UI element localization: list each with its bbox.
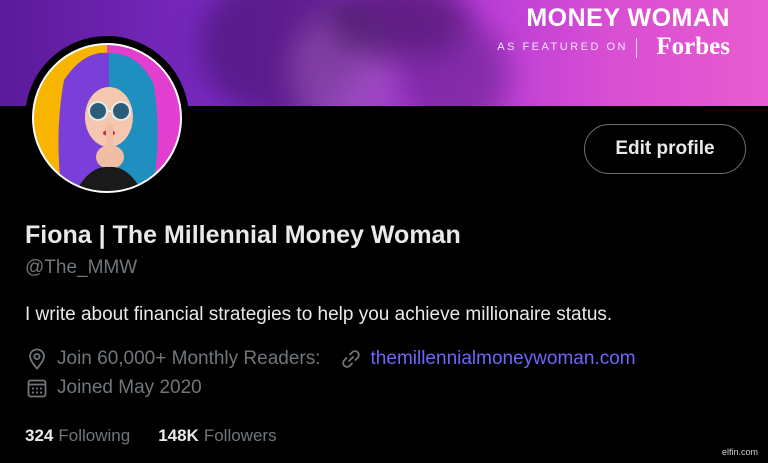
profile-bio: I write about financial strategies to he…	[25, 304, 613, 325]
profile-joined: Joined May 2020	[57, 377, 202, 398]
avatar-image	[32, 43, 182, 193]
edit-profile-button[interactable]: Edit profile	[584, 124, 746, 174]
profile-meta-joined-row: Joined May 2020	[25, 376, 202, 400]
profile-page: MONEY WOMAN AS FEATURED ON Forbes Edit p…	[0, 0, 768, 463]
avatar[interactable]	[25, 36, 189, 200]
profile-website-link[interactable]: themillennialmoneywoman.com	[371, 348, 636, 370]
banner-title: MONEY WOMAN	[526, 4, 730, 32]
location-pin-icon	[25, 347, 49, 371]
banner-forbes-logo: Forbes	[656, 33, 730, 60]
calendar-icon	[25, 376, 49, 400]
banner-divider	[636, 38, 637, 58]
following-link[interactable]: 324 Following	[25, 426, 158, 446]
profile-name: Fiona | The Millennial Money Woman	[25, 221, 461, 249]
followers-label: Followers	[203, 426, 277, 445]
following-label: Following	[58, 426, 131, 445]
profile-location: Join 60,000+ Monthly Readers:	[57, 348, 321, 369]
avatar-portrait	[58, 52, 158, 191]
profile-stats: 324 Following 148K Followers	[25, 426, 305, 446]
followers-count: 148K	[158, 426, 199, 445]
banner-featured-text: AS FEATURED ON	[497, 41, 628, 53]
profile-meta-location-row: Join 60,000+ Monthly Readers: themillenn…	[25, 347, 636, 371]
following-count: 324	[25, 426, 54, 445]
link-icon	[339, 347, 363, 371]
watermark: elfin.com	[721, 447, 758, 457]
followers-link[interactable]: 148K Followers	[158, 426, 304, 446]
profile-handle: @The_MMW	[25, 257, 138, 278]
